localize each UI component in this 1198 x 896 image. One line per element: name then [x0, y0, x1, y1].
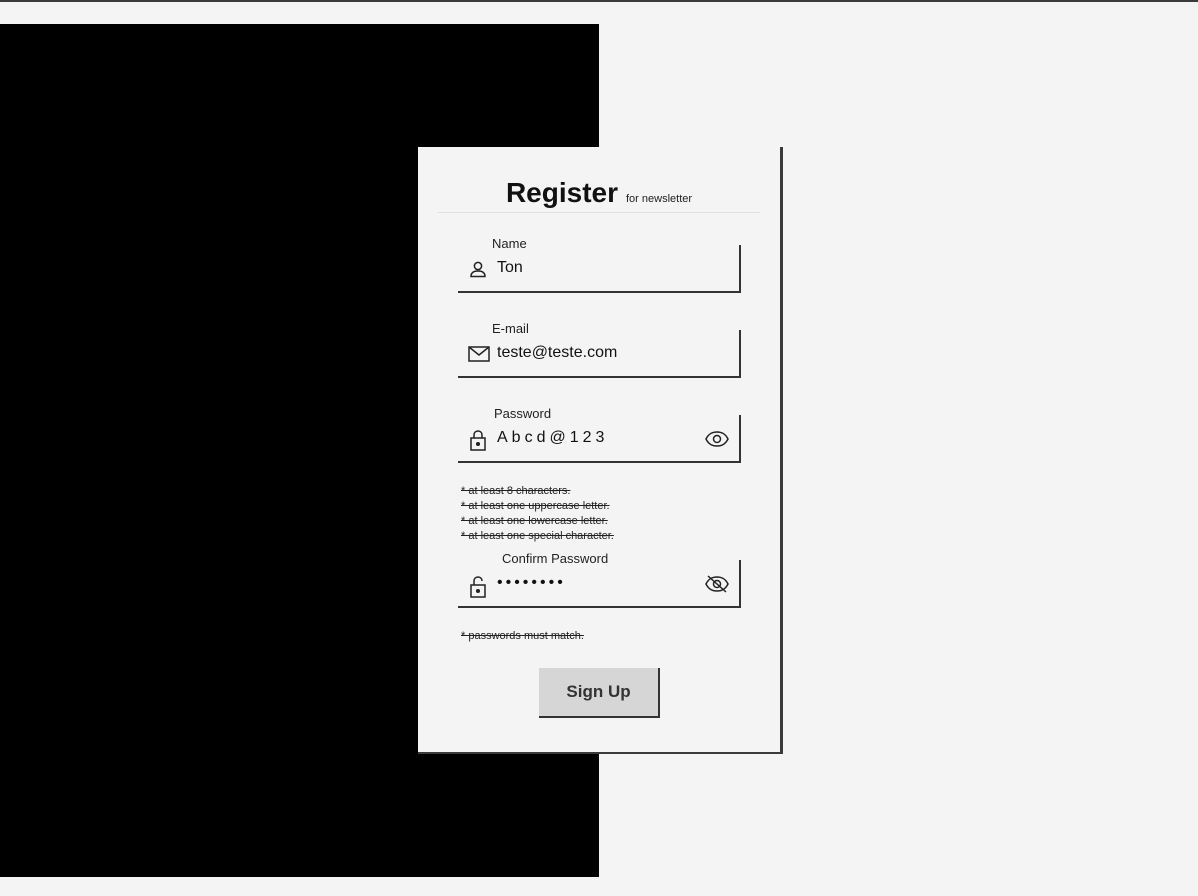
password-field[interactable]: Abcd@123 [458, 415, 741, 463]
page-title: Register [505, 177, 618, 208]
password-rules: * at least 8 characters. * at least one … [461, 484, 614, 544]
confirm-password-input[interactable]: •••••••• [497, 574, 566, 592]
email-field[interactable]: teste@teste.com [458, 330, 741, 378]
name-field[interactable]: Ton [458, 245, 741, 293]
password-input[interactable]: Abcd@123 [497, 429, 608, 447]
rule-match: * passwords must match. [461, 630, 584, 642]
mail-icon [468, 344, 490, 364]
form-header: Register for newsletter [438, 177, 760, 213]
rule-uppercase: * at least one uppercase letter. [461, 500, 610, 512]
rule-min-length: * at least 8 characters. [461, 485, 571, 497]
name-input[interactable]: Ton [497, 259, 523, 277]
user-icon [468, 259, 488, 279]
confirm-password-field[interactable]: •••••••• [458, 560, 741, 608]
sign-up-button[interactable]: Sign Up [539, 668, 660, 718]
top-border [0, 0, 1198, 2]
confirm-rules: * passwords must match. [461, 629, 584, 644]
lock-icon [468, 429, 488, 451]
rule-lowercase: * at least one lowercase letter. [461, 515, 608, 527]
eye-icon[interactable] [705, 429, 729, 449]
register-card: Register for newsletter Name Ton E-mail t… [418, 147, 783, 754]
eye-off-icon[interactable] [705, 574, 729, 594]
rule-special: * at least one special character. [461, 530, 614, 542]
email-input[interactable]: teste@teste.com [497, 344, 617, 362]
unlock-icon [468, 574, 488, 598]
page-subtitle: for newsletter [626, 193, 693, 205]
